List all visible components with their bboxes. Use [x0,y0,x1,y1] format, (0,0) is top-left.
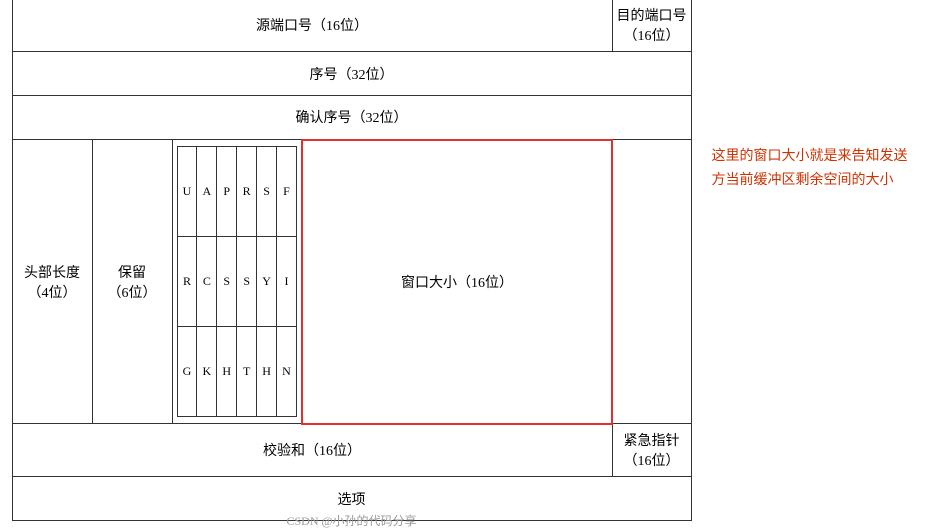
table-row-checksum: 校验和（16位） 紧急指针（16位） [12,424,691,477]
flag-R2: R [177,237,197,327]
flag-Y: Y [257,237,277,327]
window-cell: 窗口大小（16位） [302,140,612,424]
flag-A: A [197,147,217,237]
flag-H2: H [257,327,277,417]
header-len-bits: （4位） [17,282,88,302]
flag-row-1: U A P R S F [177,147,297,237]
flag-S2: S [217,237,237,327]
annotation-content: 这里的窗口大小就是来告知发送方当前缓冲区剩余空间的大小 [712,149,908,188]
flag-S: S [257,147,277,237]
flag-S3: S [237,237,257,327]
flag-F: F [277,147,297,237]
tcp-diagram: 0 1516 31 源端口号（16位） 目的端口号（16位） 序号（32位） 确… [12,0,692,521]
dest-port-cell: 目的端口号（16位） [612,0,691,52]
flag-row-2: R C S S Y I [177,237,297,327]
seq-cell: 序号（32位） [12,52,691,96]
flag-G: G [177,327,197,417]
flag-row-3: G K H T H N [177,327,297,417]
header-len-label: 头部长度 [17,262,88,282]
flag-I: I [277,237,297,327]
ack-cell: 确认序号（32位） [12,96,691,140]
table-row-ack: 确认序号（32位） [12,96,691,140]
table-row-ports: 源端口号（16位） 目的端口号（16位） [12,0,691,52]
reserved-cell: 保留 （6位） [92,140,172,424]
main-container: 0 1516 31 源端口号（16位） 目的端口号（16位） 序号（32位） 确… [7,0,937,531]
flag-P: P [217,147,237,237]
flag-K: K [197,327,217,417]
flags-cell: U A P R S F R C S S Y [172,140,302,424]
reserved-label: 保留 [97,262,168,282]
table-row-flags: 头部长度 （4位） 保留 （6位） U A P R S [12,140,691,424]
table-row-seq: 序号（32位） [12,52,691,96]
annotation-text: 这里的窗口大小就是来告知发送方当前缓冲区剩余空间的大小 [712,0,912,193]
checksum-cell: 校验和（16位） [12,424,612,477]
watermark: CSDN @小孙的代码分享 [286,512,416,529]
flag-C: C [197,237,217,327]
flag-R: R [237,147,257,237]
source-port-cell: 源端口号（16位） [12,0,612,52]
flag-U: U [177,147,197,237]
flag-N: N [277,327,297,417]
header-len-cell: 头部长度 （4位） [12,140,92,424]
flags-table: U A P R S F R C S S Y [177,146,298,417]
tcp-header-table: 源端口号（16位） 目的端口号（16位） 序号（32位） 确认序号（32位） 头… [12,0,692,521]
reserved-bits: （6位） [97,282,168,302]
urgent-cell: 紧急指针（16位） [612,424,691,477]
flag-H: H [217,327,237,417]
flag-T: T [237,327,257,417]
